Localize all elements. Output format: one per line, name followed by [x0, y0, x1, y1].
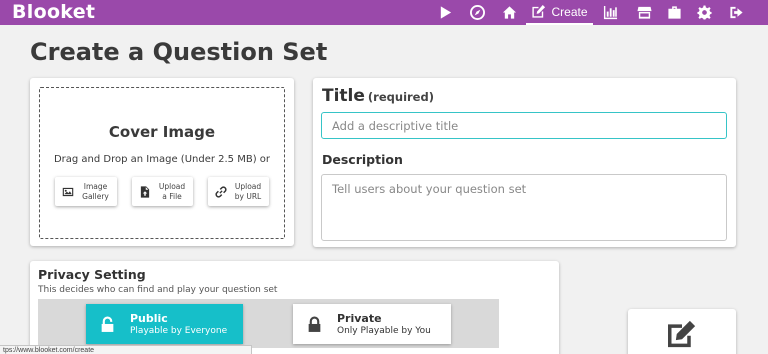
- title-required-note: (required): [367, 90, 434, 104]
- public-option-subtitle: Playable by Everyone: [130, 325, 228, 336]
- edit-icon: [668, 320, 696, 348]
- title-field-label: Title (required): [322, 86, 434, 106]
- image-gallery-label-2: Gallery: [82, 191, 109, 201]
- blooket-logo[interactable]: Blooket: [12, 1, 95, 23]
- play-icon[interactable]: [433, 0, 457, 25]
- privacy-setting-card: Privacy Setting This decides who can fin…: [30, 261, 559, 354]
- privacy-option-private[interactable]: Private Only Playable by You: [293, 304, 451, 344]
- edit-icon: [532, 4, 546, 18]
- file-upload-icon: [140, 185, 150, 198]
- title-label-text: Title: [322, 86, 365, 106]
- cover-image-dropzone[interactable]: Cover Image Drag and Drop an Image (Unde…: [39, 87, 285, 239]
- private-option-subtitle: Only Playable by You: [337, 325, 431, 336]
- browser-status-url: tps://www.blooket.com/create: [0, 345, 252, 354]
- upload-url-label-1: Upload: [234, 181, 262, 191]
- privacy-setting-title: Privacy Setting: [38, 267, 146, 282]
- upload-url-button[interactable]: Upload by URL: [208, 177, 269, 206]
- upload-file-label-1: Upload: [158, 181, 186, 191]
- cover-image-instructions: Drag and Drop an Image (Under 2.5 MB) or: [53, 154, 271, 165]
- side-create-button[interactable]: [628, 309, 736, 354]
- logout-icon[interactable]: [724, 0, 748, 25]
- lock-icon: [308, 316, 321, 332]
- unlock-icon: [101, 316, 114, 332]
- upload-file-button[interactable]: Upload a File: [132, 177, 193, 206]
- private-option-title: Private: [337, 311, 382, 325]
- upload-url-label-2: by URL: [234, 191, 262, 201]
- link-icon: [215, 186, 227, 197]
- gear-icon[interactable]: [692, 0, 716, 25]
- store-icon[interactable]: [632, 0, 656, 25]
- privacy-toggle: Public Playable by Everyone Private Only P…: [38, 299, 499, 348]
- cover-image-card: Cover Image Drag and Drop an Image (Unde…: [30, 78, 294, 246]
- nav-create-tab[interactable]: Create: [526, 0, 593, 25]
- chart-icon[interactable]: [598, 0, 622, 25]
- description-input[interactable]: Tell users about your question set: [321, 174, 727, 241]
- upload-file-label-2: a File: [162, 191, 182, 201]
- public-option-title: Public: [130, 311, 168, 325]
- compass-icon[interactable]: [465, 0, 489, 25]
- image-icon: [62, 187, 74, 196]
- page-title: Create a Question Set: [30, 38, 328, 66]
- top-navigation-bar: Blooket Create: [0, 0, 768, 25]
- image-gallery-button[interactable]: Image Gallery: [55, 177, 117, 206]
- description-field-label: Description: [322, 152, 403, 167]
- title-input[interactable]: Add a descriptive title: [321, 112, 727, 139]
- nav-create-label: Create: [551, 4, 588, 19]
- image-gallery-label-1: Image: [83, 181, 108, 191]
- briefcase-icon[interactable]: [662, 0, 686, 25]
- home-icon[interactable]: [497, 0, 521, 25]
- privacy-option-public[interactable]: Public Playable by Everyone: [86, 304, 243, 344]
- set-details-card: Title (required) Add a descriptive title …: [313, 78, 736, 247]
- privacy-setting-description: This decides who can find and play your …: [38, 285, 278, 295]
- cover-image-title: Cover Image: [108, 123, 216, 141]
